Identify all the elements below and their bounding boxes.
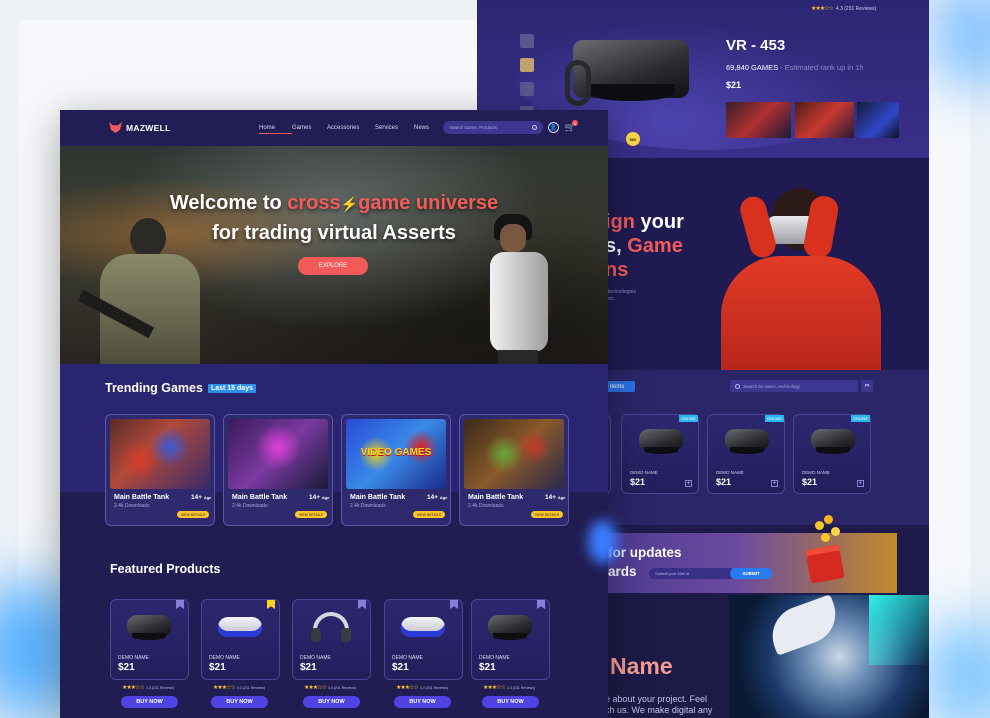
front-page: MAZWELL Home Games Accessories Services … — [60, 110, 608, 718]
thumbnail-strip — [520, 34, 534, 120]
product-price: $21 — [726, 80, 742, 90]
hero-description: t technologies rom. — [605, 289, 636, 302]
character-art — [729, 594, 929, 718]
buy-now-button[interactable]: BUY NOW — [482, 696, 539, 708]
vr-headset-image — [811, 429, 855, 454]
gallery-image[interactable] — [726, 102, 791, 138]
vr-headset-image — [127, 615, 171, 640]
view-details-button[interactable]: VIEW DETAILS — [177, 511, 209, 518]
thumbnail[interactable] — [520, 82, 534, 96]
product-rating: ★★★☆☆ 4.3 (231 Reviews) — [122, 685, 175, 691]
newsletter-title: for updates — [608, 545, 682, 560]
game-card[interactable]: Main Battle Tank 14+ Age 2.4k Downloads … — [105, 414, 215, 526]
product-card[interactable]: DEMO NAME $21 — [384, 599, 463, 680]
nav-games[interactable]: Games — [292, 125, 327, 134]
cart-count-badge: 1 — [572, 120, 578, 126]
product-rating: ★★★☆☆ 4.3 (231 Reviews) — [213, 685, 266, 691]
product-rating: ★★★☆☆ 4.3 (231 Reviews) — [396, 685, 449, 691]
vr-headset-image — [401, 617, 445, 637]
bookmark-icon[interactable] — [358, 600, 366, 609]
add-icon[interactable]: + — [685, 480, 692, 487]
vr-headset-image — [218, 617, 262, 637]
view-details-button[interactable]: VIEW DETAILS — [295, 511, 327, 518]
decorative-dot — [588, 520, 618, 564]
trending-title: Trending Games Last 15 days — [105, 381, 256, 395]
buy-now-button[interactable]: BUY NOW — [303, 696, 360, 708]
newsletter-subtitle: ards — [608, 564, 637, 579]
rating: ★★★☆☆ 4.3 (231 Reviews) — [811, 5, 877, 13]
gallery-image[interactable] — [857, 102, 899, 138]
star-rating-icon: ★★★☆☆ — [811, 6, 834, 12]
user-icon[interactable]: 👤 — [548, 122, 559, 133]
dial-badge: 960 — [626, 132, 640, 146]
hero-heading-line2: s, Game — [605, 235, 683, 257]
add-icon[interactable]: + — [771, 480, 778, 487]
thumbnail[interactable] — [520, 34, 534, 48]
top-navbar: MAZWELL Home Games Accessories Services … — [60, 110, 608, 146]
vr-strap — [565, 60, 591, 106]
bookmark-icon[interactable] — [176, 600, 184, 609]
online-badge: ONLINE — [851, 415, 870, 422]
product-card[interactable]: ONLINE DEMO NAME $21 + — [707, 414, 785, 494]
vr-headset-image — [725, 429, 769, 454]
product-title: VR - 453 — [726, 37, 786, 54]
search-input[interactable]: Search by name, technology — [730, 380, 858, 392]
game-cover-image: VIDEO GAMES — [346, 419, 446, 489]
buy-now-button[interactable]: BUY NOW — [121, 696, 178, 708]
nav-home[interactable]: Home — [259, 125, 292, 134]
brand-logo[interactable]: MAZWELL — [109, 122, 171, 133]
game-cover-image — [110, 419, 210, 489]
nav-menu: Home Games Accessories Services News — [259, 125, 439, 134]
product-card[interactable]: DEMO NAME $21 — [292, 599, 371, 680]
search-icon — [532, 125, 537, 130]
product-card[interactable]: DEMO NAME $21 — [110, 599, 189, 680]
game-card[interactable]: Main Battle Tank 14+ Age 2.4k Downloads … — [223, 414, 333, 526]
hero-heading-line1: ign your — [605, 211, 684, 233]
bookmark-icon[interactable] — [537, 600, 545, 609]
email-input[interactable]: Submit your Mail id — [649, 568, 735, 579]
product-card[interactable]: DEMO NAME $21 — [201, 599, 280, 680]
game-card[interactable]: VIDEO GAMES Main Battle Tank 14+ Age 2.4… — [341, 414, 451, 526]
submit-button[interactable]: SUBMIT — [730, 568, 772, 579]
product-rating: ★★★☆☆ 4.3 (231 Reviews) — [304, 685, 357, 691]
nav-news[interactable]: News — [414, 125, 439, 134]
about-title: Name — [610, 653, 673, 679]
thumbnail[interactable] — [520, 58, 534, 72]
online-badge: ONLINE — [679, 415, 698, 422]
vr-headset-image — [639, 429, 683, 454]
product-card[interactable]: ONLINE DEMO NAME $21 + — [793, 414, 871, 494]
explore-button[interactable]: EXPLORE — [298, 257, 368, 275]
featured-title: Featured Products — [110, 562, 221, 576]
add-icon[interactable]: + — [857, 480, 864, 487]
newsletter-banner: for updates ards Submit your Mail id SUB… — [605, 515, 897, 593]
search-icon — [735, 383, 740, 389]
nav-accessories[interactable]: Accessories — [327, 125, 375, 134]
product-card[interactable]: ONLINE DEMO NAME $21 + — [621, 414, 699, 494]
trending-period-badge: Last 15 days — [207, 383, 256, 393]
gallery-image[interactable] — [795, 102, 854, 138]
nav-services[interactable]: Services — [375, 125, 414, 134]
gift-box-icon — [805, 544, 845, 584]
filter-icon[interactable]: ⧦ — [861, 380, 873, 392]
product-rating: ★★★☆☆ 4.3 (231 Reviews) — [483, 685, 536, 691]
view-details-button[interactable]: VIEW DETAILS — [413, 511, 445, 518]
vr-headset-image — [488, 615, 532, 640]
bookmark-icon[interactable] — [267, 600, 275, 609]
coins-icon — [815, 515, 845, 547]
game-card[interactable]: Main Battle Tank 14+ Age 2.4k Downloads … — [459, 414, 569, 526]
fox-logo-icon — [109, 122, 122, 133]
bookmark-icon[interactable] — [450, 600, 458, 609]
buy-now-button[interactable]: BUY NOW — [211, 696, 268, 708]
person-vr-image — [711, 178, 891, 376]
games-count: 69,840 GAMES - Estimated rank up in 1h — [726, 63, 864, 72]
view-details-button[interactable]: VIEW DETAILS — [531, 511, 563, 518]
online-badge: ONLINE — [765, 415, 784, 422]
hero-heading-line3: ns — [605, 259, 629, 281]
about-text: e about your project. Feel ch us. We make… — [605, 694, 713, 715]
search-input[interactable]: Search Game, Products — [443, 121, 543, 134]
game-cover-image — [464, 419, 564, 489]
product-card[interactable]: DEMO NAME $21 — [471, 599, 550, 680]
buy-now-button[interactable]: BUY NOW — [394, 696, 451, 708]
game-cover-image — [228, 419, 328, 489]
